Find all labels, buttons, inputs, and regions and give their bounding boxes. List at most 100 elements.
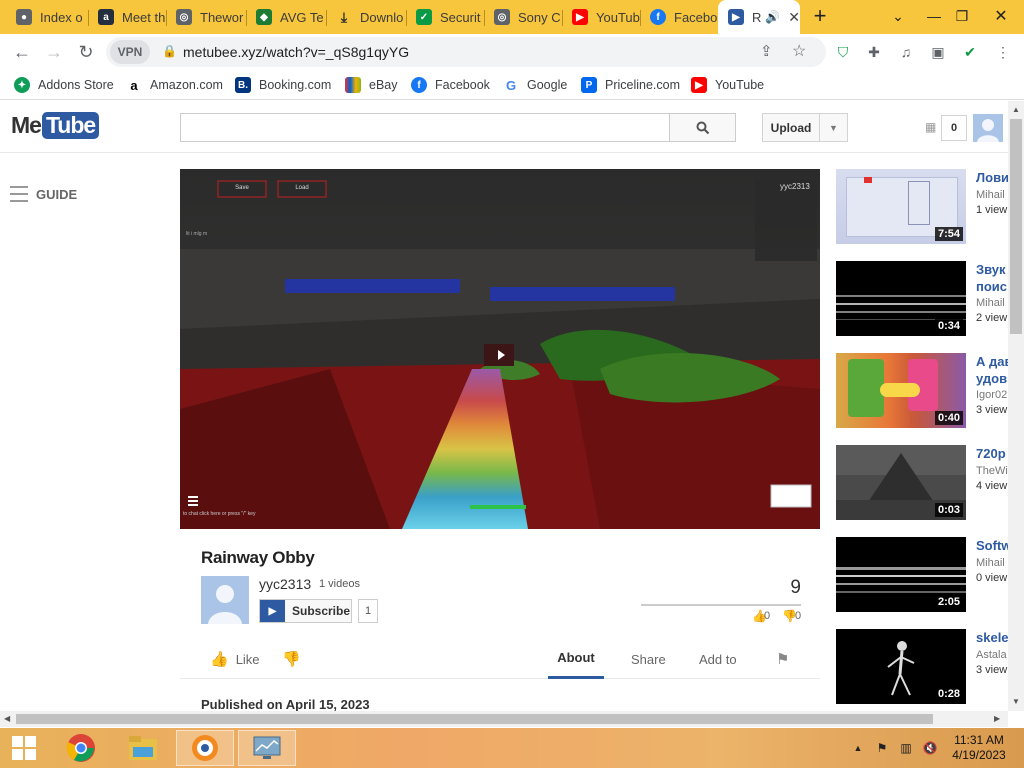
upload-dropdown-chevron-icon[interactable]: ▼ — [819, 113, 848, 142]
taskbar-clock[interactable]: 11:31 AM 4/19/2023 — [944, 733, 1014, 763]
video-player[interactable]: Save Load yyc2313 lit i mlg m to chat cl… — [180, 169, 820, 529]
related-title[interactable]: Звук поис — [976, 261, 1008, 295]
related-video[interactable]: 0:34 Звук поис Mihail 2 view — [836, 261, 1008, 336]
bookmark-ebay[interactable]: eBay — [345, 75, 398, 95]
media-control-icon[interactable]: ♫ — [896, 42, 916, 62]
hud-save-button[interactable]: Save — [218, 185, 266, 191]
tab-youtube[interactable]: ▶ YouTub — [562, 0, 640, 34]
menu-kebab-icon[interactable]: ⋮ — [993, 42, 1013, 62]
tab-add-to[interactable]: Add to — [699, 639, 737, 679]
tab-theworld[interactable]: ◎ Thewor — [166, 0, 246, 34]
tray-flag-icon[interactable]: ⚑ — [874, 740, 890, 756]
scroll-up-arrow-icon[interactable]: ▲ — [1012, 105, 1020, 114]
hud-load-button[interactable]: Load — [278, 185, 326, 191]
vpn-shield-icon[interactable]: ⛉ — [833, 42, 853, 62]
scroll-down-arrow-icon[interactable]: ▼ — [1012, 697, 1020, 706]
hud-chat-hint[interactable]: to chat click here or press "/" key — [183, 511, 255, 517]
related-channel[interactable]: Astala — [976, 649, 1008, 661]
related-channel[interactable]: Igor02 — [976, 389, 1008, 401]
bookmark-star-icon[interactable]: ☆ — [792, 41, 806, 61]
reload-button[interactable]: ↻ — [72, 38, 100, 66]
notification-icon[interactable]: ▦ — [925, 120, 936, 134]
bookmark-booking[interactable]: B. Booking.com — [235, 75, 331, 95]
new-tab-button[interactable]: + — [802, 0, 838, 32]
url-text[interactable]: metubee.xyz/watch?v=_qS8g1qyYG — [183, 44, 409, 60]
like-button[interactable]: 👍 Like — [210, 639, 260, 679]
vpn-badge[interactable]: VPN — [110, 40, 150, 64]
tab-close-icon[interactable]: ✕ — [788, 9, 800, 26]
related-title[interactable]: skele — [976, 629, 1008, 646]
channel-video-count[interactable]: 1 videos — [319, 578, 360, 590]
taskbar-browser-active[interactable] — [176, 730, 234, 766]
bookmark-facebook[interactable]: f Facebook — [411, 75, 490, 95]
upload-button[interactable]: Upload — [762, 113, 820, 142]
tray-volume-muted-icon[interactable]: 🔇 — [922, 740, 938, 756]
related-thumbnail[interactable]: 0:28 — [836, 629, 966, 704]
bookmark-google[interactable]: G Google — [503, 75, 567, 95]
search-button[interactable] — [669, 113, 736, 142]
bookmark-addons-store[interactable]: ✦ Addons Store — [14, 75, 114, 95]
horizontal-scroll-thumb[interactable] — [16, 714, 933, 724]
tab-index[interactable]: ● Index o — [6, 0, 88, 34]
tab-facebook[interactable]: f Facebo — [640, 0, 718, 34]
taskbar-app[interactable] — [238, 730, 296, 766]
tab-metube-active[interactable]: ▶ R 🔊 ✕ — [718, 0, 800, 34]
back-button[interactable]: ← — [8, 38, 36, 66]
bookmark-priceline[interactable]: P Priceline.com — [581, 75, 680, 95]
security-check-icon[interactable]: ✔ — [960, 42, 980, 62]
related-thumbnail[interactable]: 0:03 — [836, 445, 966, 520]
scroll-left-arrow-icon[interactable]: ◀ — [4, 714, 10, 723]
taskbar-file-explorer[interactable] — [114, 730, 172, 766]
vertical-scroll-thumb[interactable] — [1010, 119, 1022, 334]
address-bar[interactable]: VPN 🔒 metubee.xyz/watch?v=_qS8g1qyYG ⇪ ☆ — [106, 37, 826, 67]
related-thumbnail[interactable]: 0:34 — [836, 261, 966, 336]
scroll-right-arrow-icon[interactable]: ▶ — [994, 714, 1000, 723]
related-title[interactable]: 720p — [976, 445, 1008, 462]
related-thumbnail[interactable]: 7:54 — [836, 169, 966, 244]
tab-meet[interactable]: a Meet th — [88, 0, 166, 34]
related-video[interactable]: 2:05 Softw Mihail 0 view — [836, 537, 1008, 612]
search-input[interactable] — [180, 113, 670, 142]
dislike-button[interactable]: 👎 — [282, 639, 301, 679]
related-channel[interactable]: Mihail — [976, 297, 1008, 309]
forward-button[interactable]: → — [40, 38, 68, 66]
metube-logo[interactable]: Me Tube — [11, 112, 100, 139]
related-video[interactable]: 0:28 skele Astala 3 view — [836, 629, 1008, 704]
report-flag-icon[interactable]: ⚑ — [776, 639, 789, 679]
related-video[interactable]: 0:40 А дав удов Igor02 3 view — [836, 353, 1008, 428]
tab-download[interactable]: ⤓ Downlo — [326, 0, 406, 34]
tab-share[interactable]: Share — [631, 639, 666, 679]
bookmark-youtube[interactable]: ▶ YouTube — [691, 75, 764, 95]
close-window-button[interactable]: ✕ — [978, 0, 1024, 32]
extensions-icon[interactable]: ✚ — [864, 42, 884, 62]
related-video[interactable]: 0:03 720p TheWi 4 view — [836, 445, 1008, 520]
channel-avatar[interactable] — [201, 576, 249, 624]
related-channel[interactable]: TheWi — [976, 465, 1008, 477]
lock-icon[interactable]: 🔒 — [162, 44, 177, 58]
user-avatar[interactable] — [973, 114, 1003, 142]
notification-count[interactable]: 0 — [941, 115, 967, 141]
related-channel[interactable]: Mihail — [976, 557, 1008, 569]
related-title[interactable]: А дав удов — [976, 353, 1008, 387]
vertical-scrollbar[interactable]: ▲ ▼ — [1008, 101, 1024, 711]
share-icon[interactable]: ⇪ — [760, 42, 773, 60]
horizontal-scrollbar[interactable]: ◀ ▶ — [0, 711, 1008, 727]
bookmark-amazon[interactable]: a Amazon.com — [126, 75, 223, 95]
taskbar-chrome[interactable] — [52, 730, 110, 766]
tab-sony[interactable]: ◎ Sony C — [484, 0, 562, 34]
guide-button[interactable]: GUIDE — [10, 186, 77, 202]
tray-show-hidden-icon[interactable]: ▲ — [850, 740, 866, 756]
tray-network-icon[interactable]: ▥ — [898, 740, 914, 756]
restore-button[interactable]: ❐ — [944, 0, 980, 32]
related-video[interactable]: 7:54 Лови Mihail 1 view — [836, 169, 1008, 244]
tab-about[interactable]: About — [548, 639, 604, 679]
side-panel-icon[interactable]: ▣ — [928, 42, 948, 62]
related-channel[interactable]: Mihail — [976, 189, 1008, 201]
tab-search-chevron-icon[interactable]: ⌄ — [880, 0, 916, 32]
tab-security[interactable]: ✓ Securit — [406, 0, 484, 34]
channel-name[interactable]: yyc2313 — [259, 576, 311, 592]
related-title[interactable]: Softw — [976, 537, 1008, 554]
related-title[interactable]: Лови — [976, 169, 1008, 186]
subscribe-button[interactable]: ▶ Subscribe — [259, 599, 352, 623]
tab-avg[interactable]: ◆ AVG Te — [246, 0, 326, 34]
